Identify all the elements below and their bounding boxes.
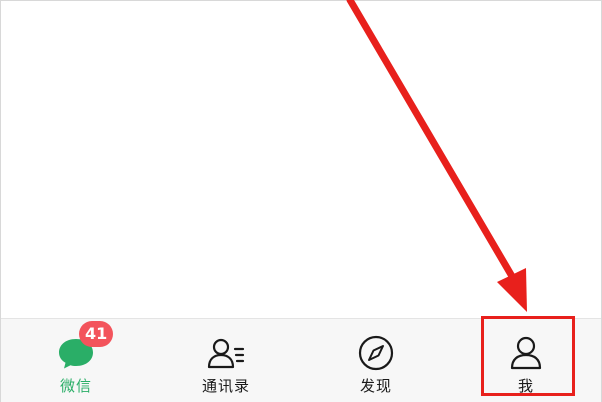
compass-icon xyxy=(356,333,396,373)
tab-chats[interactable]: 41 微信 xyxy=(1,319,151,402)
contacts-icon xyxy=(206,333,246,373)
highlight-box-me-tab xyxy=(481,316,575,396)
unread-count-badge: 41 xyxy=(79,321,114,347)
tab-chats-label: 微信 xyxy=(59,377,92,395)
tab-discover-label: 发现 xyxy=(359,377,392,395)
tab-contacts[interactable]: 通讯录 xyxy=(151,319,301,402)
tab-contacts-label: 通讯录 xyxy=(201,377,250,395)
tab-discover[interactable]: 发现 xyxy=(301,319,451,402)
